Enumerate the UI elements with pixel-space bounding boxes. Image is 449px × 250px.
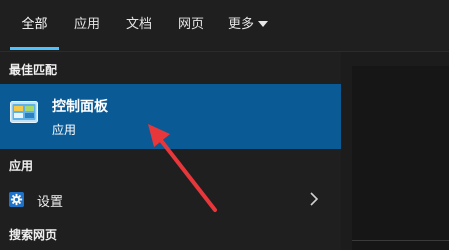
tab-label: 全部 [21, 17, 48, 32]
tab-label: 文档 [125, 17, 152, 32]
settings-label: 设置 [37, 195, 64, 210]
control-panel-icon [10, 101, 38, 123]
section-header-best-match: 最佳匹配 [9, 63, 58, 77]
tab-apps[interactable]: 应用 [72, 0, 102, 51]
tab-label: 更多 [228, 17, 255, 32]
section-header-apps: 应用 [9, 159, 34, 173]
chevron-down-icon [258, 20, 269, 27]
tab-documents[interactable]: 文档 [124, 0, 154, 51]
active-tab-indicator [10, 47, 59, 50]
search-tab-bar: 全部 应用 文档 网页 更多 [0, 0, 449, 51]
tab-label: 应用 [73, 17, 100, 32]
tab-label: 网页 [177, 17, 204, 32]
preview-content [352, 66, 449, 250]
search-window: 全部 应用 文档 网页 更多 最佳匹配 控制面板 应用 应用 设置 搜索网页 [0, 0, 449, 250]
best-match-subtitle: 应用 [52, 123, 77, 137]
tab-more[interactable]: 更多 [228, 0, 276, 51]
gear-icon [9, 192, 24, 207]
tab-all[interactable]: 全部 [10, 0, 59, 51]
best-match-item[interactable] [0, 84, 341, 149]
results-panel [0, 52, 341, 250]
best-match-title: 控制面板 [52, 99, 108, 115]
divider [352, 240, 449, 241]
chevron-right-icon[interactable] [309, 192, 319, 206]
tab-web[interactable]: 网页 [176, 0, 206, 51]
section-header-web-search: 搜索网页 [9, 228, 58, 242]
